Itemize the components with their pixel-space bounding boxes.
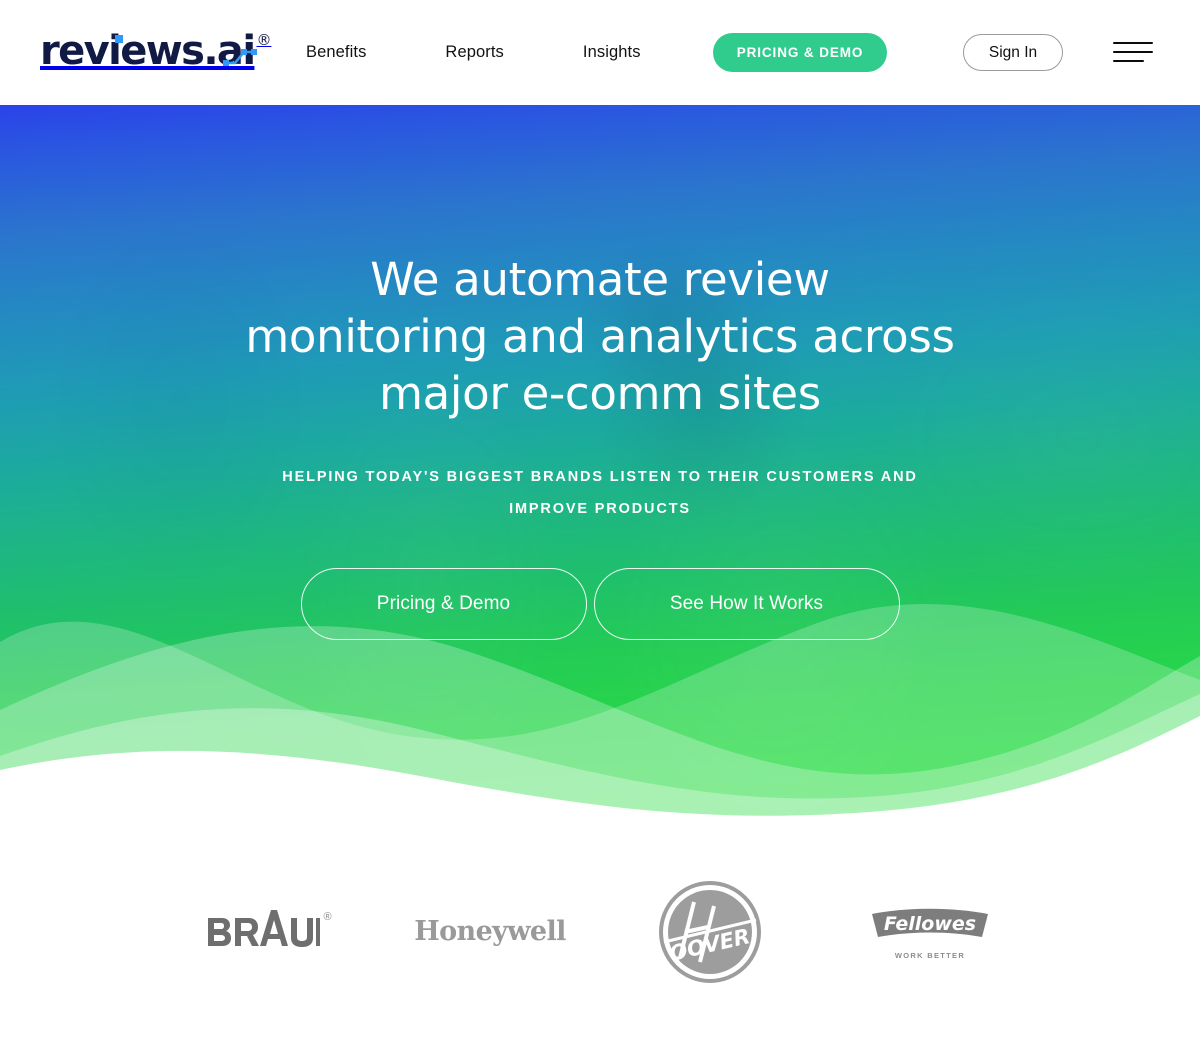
hamburger-line-1 bbox=[1113, 41, 1153, 44]
hamburger-menu-icon[interactable] bbox=[1113, 38, 1153, 66]
nav-link-reports[interactable]: Reports bbox=[445, 43, 503, 62]
braun-registered-mark: ® bbox=[323, 910, 332, 923]
hamburger-line-3 bbox=[1113, 60, 1144, 63]
logo-wordmark: reviews.ai bbox=[40, 29, 257, 73]
hero-section: We automate review monitoring and analyt… bbox=[0, 105, 1200, 820]
brand-logo-honeywell: Honeywell bbox=[380, 916, 600, 947]
svg-text:Fellowes: Fellowes bbox=[884, 913, 976, 935]
brand-logo-fellowes: Fellowes WORK BETTER bbox=[820, 904, 1040, 960]
hero-headline-line-1: We automate review bbox=[370, 253, 830, 306]
main-navigation: Benefits Reports Insights bbox=[306, 0, 720, 105]
logo-registered-mark: ® bbox=[256, 31, 272, 49]
brand-logo-braun: BRAUN ® bbox=[160, 909, 380, 954]
pricing-demo-button[interactable]: PRICING & DEMO bbox=[713, 33, 887, 72]
honeywell-wordmark: Honeywell bbox=[414, 916, 566, 947]
fellowes-logo-icon: Fellowes WORK BETTER bbox=[868, 904, 992, 960]
fellowes-tagline: WORK BETTER bbox=[894, 950, 966, 960]
hero-wave-decoration bbox=[0, 604, 1200, 820]
braun-logo-icon: BRAUN ® bbox=[208, 909, 332, 954]
hamburger-line-2 bbox=[1113, 50, 1153, 54]
braun-wordmark-icon bbox=[208, 909, 321, 947]
logo-i-dot-icon bbox=[115, 35, 123, 43]
hero-headline-line-3: major e-comm sites bbox=[379, 367, 821, 420]
nav-link-insights[interactable]: Insights bbox=[583, 43, 641, 62]
hero-headline-line-2: monitoring and analytics across bbox=[245, 310, 955, 363]
logo-trendline-icon bbox=[223, 32, 257, 66]
hero-headline: We automate review monitoring and analyt… bbox=[240, 251, 960, 422]
hoover-badge-icon: OOVER bbox=[658, 880, 762, 984]
site-header: reviews.ai ® Benefits Reports Insights P… bbox=[0, 0, 1200, 105]
brand-logo-hoover: OOVER bbox=[600, 880, 820, 984]
sign-in-button[interactable]: Sign In bbox=[963, 34, 1063, 71]
site-logo[interactable]: reviews.ai ® bbox=[40, 29, 271, 73]
hero-subheadline: HELPING TODAY'S BIGGEST BRANDS LISTEN TO… bbox=[282, 469, 918, 517]
nav-link-benefits[interactable]: Benefits bbox=[306, 43, 366, 62]
brand-logos-section: BRAUN ® Honeywell OOVER F bbox=[0, 820, 1200, 1043]
